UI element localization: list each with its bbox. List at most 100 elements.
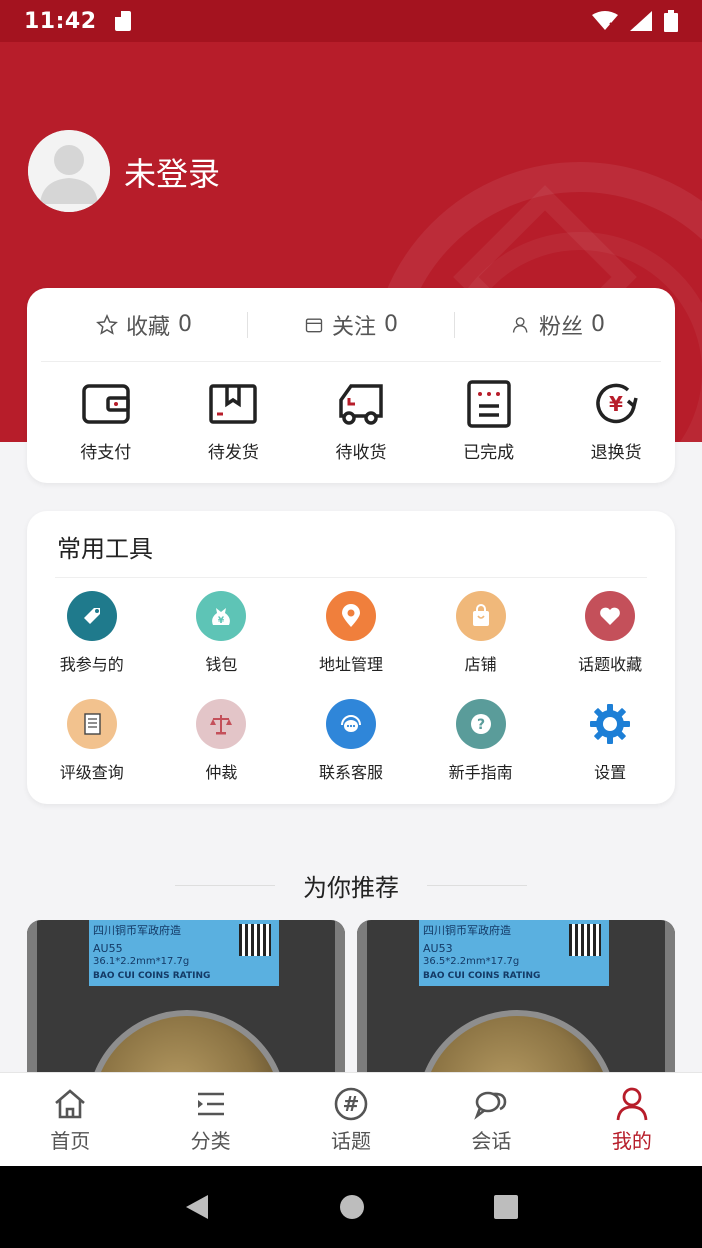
orders-row: 待支付 待发货 待收货 已完成 ¥ 退换货	[27, 376, 675, 476]
svg-text:#: #	[343, 1092, 360, 1116]
product-card[interactable]: 四川铜币军政府造 AU55 36.1*2.2mm*17.7g BAO CUI C…	[27, 920, 345, 1080]
slab-rating: BAO CUI COINS RATING	[423, 971, 541, 981]
question-icon: ?	[455, 699, 506, 749]
location-pin-icon	[325, 591, 376, 641]
recommend-title: 为你推荐	[303, 874, 399, 902]
order-label: 待发货	[207, 443, 259, 463]
tab-label: 会话	[471, 1129, 512, 1153]
recents-icon[interactable]	[493, 1195, 518, 1219]
tool-label: 新手指南	[448, 763, 513, 782]
person-icon	[616, 1087, 648, 1121]
bottom-tab-bar: 首页 分类 # 话题 会话 我的	[0, 1072, 702, 1166]
avatar[interactable]	[28, 130, 110, 212]
tool-store[interactable]: 店铺	[416, 591, 546, 675]
tool-address[interactable]: 地址管理	[286, 591, 416, 675]
stat-label: 粉丝	[538, 314, 583, 340]
login-status-text[interactable]: 未登录	[124, 152, 220, 196]
common-tools-card: 常用工具 我参与的 ¥ 钱包 地址管理 店铺 话题收藏 评级查询 仲裁 联系客服…	[27, 511, 675, 804]
tool-wallet[interactable]: ¥ 钱包	[157, 591, 287, 675]
tool-label: 地址管理	[318, 655, 383, 674]
headset-chat-icon	[325, 699, 376, 749]
tools-grid: 我参与的 ¥ 钱包 地址管理 店铺 话题收藏 评级查询 仲裁 联系客服 ? 新手…	[27, 591, 675, 783]
user-icon	[512, 316, 528, 333]
slab-grade: AU55	[93, 942, 123, 955]
tab-label: 话题	[331, 1129, 372, 1153]
slab-title: 四川铜币军政府造	[93, 924, 181, 937]
tool-label: 联系客服	[318, 763, 383, 782]
tab-topics[interactable]: # 话题	[281, 1073, 421, 1166]
tool-label: 店铺	[464, 655, 497, 674]
order-label: 已完成	[463, 443, 515, 463]
tag-icon	[66, 591, 117, 641]
stat-label: 关注	[331, 314, 376, 340]
divider	[55, 577, 647, 578]
hashtag-icon: #	[334, 1087, 368, 1121]
order-pending-receipt[interactable]: 待收货	[302, 376, 420, 476]
tools-title: 常用工具	[57, 535, 153, 563]
tool-label: 我参与的	[59, 655, 124, 674]
order-completed[interactable]: 已完成	[430, 376, 548, 476]
status-bar: 11:42	[0, 0, 702, 42]
grading-label: 四川铜币军政府造 AU55 36.1*2.2mm*17.7g BAO CUI C…	[89, 920, 279, 986]
tool-label: 设置	[594, 763, 627, 782]
stat-favorites[interactable]: 收藏 0	[41, 309, 247, 341]
stat-following[interactable]: 关注 0	[248, 309, 454, 341]
stats-row: 收藏 0 关注 0 粉丝 0	[41, 288, 661, 362]
tab-mine[interactable]: 我的	[562, 1073, 702, 1166]
tool-customer-service[interactable]: 联系客服	[286, 699, 416, 783]
tool-topic-favorites[interactable]: 话题收藏	[545, 591, 675, 675]
scales-icon	[196, 699, 247, 749]
tab-conversations[interactable]: 会话	[421, 1073, 561, 1166]
list-done-icon	[466, 380, 511, 428]
tool-settings[interactable]: 设置	[545, 699, 675, 783]
qr-code-icon	[239, 924, 271, 956]
home-circle-icon[interactable]	[339, 1194, 365, 1220]
stat-label: 收藏	[125, 314, 170, 340]
slab-grade: AU53	[423, 942, 453, 955]
status-time: 11:42	[24, 8, 97, 34]
truck-icon	[339, 384, 383, 425]
back-icon[interactable]	[184, 1193, 210, 1221]
money-bag-icon: ¥	[196, 591, 247, 641]
tool-label: 钱包	[205, 655, 238, 674]
slab-spec: 36.1*2.2mm*17.7g	[93, 956, 190, 967]
tab-home[interactable]: 首页	[0, 1073, 140, 1166]
slab-rating: BAO CUI COINS RATING	[93, 971, 211, 981]
yuan-return-icon: ¥	[596, 383, 638, 424]
tool-beginner-guide[interactable]: ? 新手指南	[416, 699, 546, 783]
divider	[175, 885, 275, 886]
order-returns[interactable]: ¥ 退换货	[557, 376, 675, 476]
qr-code-icon	[569, 924, 601, 956]
tool-label: 话题收藏	[578, 655, 643, 674]
document-icon	[66, 699, 117, 749]
heart-icon	[585, 591, 636, 641]
tool-label: 仲裁	[205, 763, 238, 782]
order-pending-shipment[interactable]: 待发货	[175, 376, 293, 476]
wallet-icon	[82, 384, 130, 424]
shopping-bag-icon	[455, 591, 506, 641]
tool-grading-query[interactable]: 评级查询	[27, 699, 157, 783]
package-icon	[209, 384, 258, 424]
store-icon	[305, 318, 323, 332]
order-pending-payment[interactable]: 待支付	[47, 376, 165, 476]
slab-title: 四川铜币军政府造	[423, 924, 511, 937]
chat-bubbles-icon	[474, 1091, 507, 1120]
tab-category[interactable]: 分类	[140, 1073, 280, 1166]
order-label: 待支付	[80, 443, 132, 463]
recommend-header: 为你推荐	[0, 868, 702, 903]
category-list-icon	[197, 1092, 224, 1116]
signal-icon	[630, 11, 652, 31]
star-icon	[96, 313, 118, 335]
order-label: 退换货	[590, 443, 642, 463]
svg-text:¥: ¥	[218, 616, 225, 626]
tool-participated[interactable]: 我参与的	[27, 591, 157, 675]
tab-label: 我的	[611, 1129, 652, 1153]
product-card[interactable]: 四川铜币军政府造 AU53 36.5*2.2mm*17.7g BAO CUI C…	[357, 920, 675, 1080]
default-avatar-icon	[28, 130, 110, 212]
stat-fans[interactable]: 粉丝 0	[455, 309, 661, 341]
sd-card-icon	[114, 11, 131, 31]
slab-spec: 36.5*2.2mm*17.7g	[423, 956, 520, 967]
system-navigation-bar	[0, 1166, 702, 1248]
tab-label: 首页	[50, 1129, 91, 1153]
tool-arbitration[interactable]: 仲裁	[157, 699, 287, 783]
